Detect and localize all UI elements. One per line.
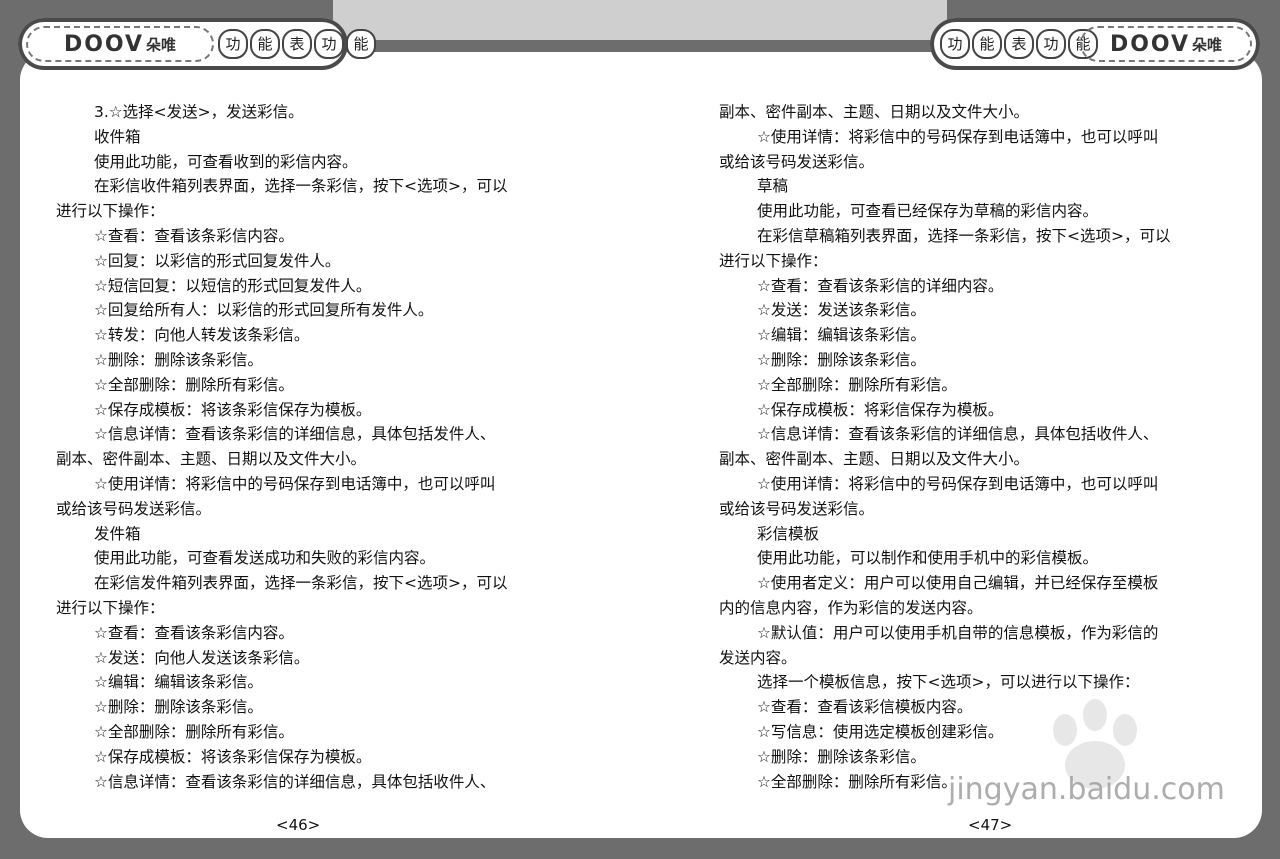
text-line: ☆回复给所有人：以彩信的形式回复所有发件人。 (94, 301, 434, 320)
text-line: ☆使用详情：将彩信中的号码保存到电话簿中，也可以呼叫 (94, 474, 496, 493)
text-line: ☆发送：向他人发送该条彩信。 (94, 648, 310, 667)
text-line: 发件箱 (94, 524, 141, 543)
left-page-text: 3.☆选择<发送>，发送彩信。 收件箱使用此功能，可查看收到的彩信内容。在彩信收件… (56, 100, 576, 794)
section-char: 能 (972, 29, 1002, 59)
text-line: ☆保存成模板：将彩信保存为模板。 (757, 400, 1004, 419)
text-line: ☆信息详情：查看该条彩信的详细信息，具体包括收件人、 (757, 425, 1159, 444)
section-char: 功 (314, 29, 344, 59)
section-char: 功 (1036, 29, 1066, 59)
text-line: 使用此功能，可查看已经保存为草稿的彩信内容。 (757, 202, 1099, 221)
text-line: ☆全部删除：删除所有彩信。 (94, 375, 294, 394)
text-line: ☆查看：查看该条彩信的详细内容。 (757, 276, 1004, 295)
text-line: 副本、密件副本、主题、日期以及文件大小。 (56, 450, 367, 469)
text-line: ☆删除：删除该条彩信。 (757, 350, 926, 369)
text-line: 进行以下操作： (719, 251, 828, 270)
text-line: 进行以下操作： (56, 202, 165, 221)
text-line: ☆默认值：用户可以使用手机自带的信息模板，作为彩信的 (757, 623, 1159, 642)
brand-name-cn: 朵唯 (146, 35, 177, 54)
brand-name: DOOV (1109, 31, 1191, 57)
text-line: ☆保存成模板：将该条彩信保存为模板。 (94, 400, 372, 419)
text-line: ☆保存成模板：将该条彩信保存为模板。 (94, 747, 372, 766)
text-line: 发送内容。 (719, 648, 797, 667)
text-line: ☆全部删除：删除所有彩信。 (757, 375, 957, 394)
text-line: ☆删除：删除该条彩信。 (94, 350, 263, 369)
text-line: 草稿 (757, 177, 789, 196)
text-line: 使用此功能，可查看发送成功和失败的彩信内容。 (94, 549, 436, 568)
text-line: ☆使用详情：将彩信中的号码保存到电话簿中，也可以呼叫 (757, 474, 1159, 493)
doov-logo: DOOV 朵唯 (1080, 26, 1252, 62)
top-band (333, 0, 947, 40)
text-line: ☆编辑：编辑该条彩信。 (94, 673, 263, 692)
text-line: 在彩信发件箱列表界面，选择一条彩信，按下<选项>，可以 (94, 574, 508, 593)
section-char: 表 (1004, 29, 1034, 59)
text-line: 内的信息内容，作为彩信的发送内容。 (719, 598, 983, 617)
text-line: 进行以下操作： (56, 598, 165, 617)
text-line: ☆短信回复：以短信的形式回复发件人。 (94, 276, 372, 295)
doov-logo: DOOV 朵唯 (26, 26, 214, 62)
text-line: 副本、密件副本、主题、日期以及文件大小。 (719, 103, 1030, 121)
text-line: 在彩信草稿箱列表界面，选择一条彩信，按下<选项>，可以 (757, 226, 1171, 245)
text-line: ☆删除：删除该条彩信。 (94, 698, 263, 717)
section-title: 功 能 表 功 能 (218, 26, 376, 62)
text-line: ☆信息详情：查看该条彩信的详细信息，具体包括发件人、 (94, 425, 496, 444)
text-line: 收件箱 (94, 127, 141, 146)
text-line: 副本、密件副本、主题、日期以及文件大小。 (719, 450, 1030, 469)
text-line: ☆发送：发送该条彩信。 (757, 301, 926, 320)
brand-name: DOOV (63, 31, 145, 57)
text-line: 使用此功能，可查看收到的彩信内容。 (94, 152, 358, 171)
page-number-right: <47> (968, 816, 1013, 834)
page-number-left: <46> (276, 816, 321, 834)
text-line: ☆信息详情：查看该条彩信的详细信息，具体包括收件人、 (94, 772, 496, 791)
text-line: ☆使用者定义：用户可以使用自己编辑，并已经保存至模板 (757, 574, 1159, 593)
text-line: 或给该号码发送彩信。 (56, 499, 212, 518)
section-char: 表 (282, 29, 312, 59)
text-line: 在彩信收件箱列表界面，选择一条彩信，按下<选项>，可以 (94, 177, 508, 196)
text-line: 或给该号码发送彩信。 (719, 152, 875, 171)
section-title: 功 能 表 功 能 (940, 26, 1098, 62)
section-char: 功 (940, 29, 970, 59)
text-line: ☆全部删除：删除所有彩信。 (94, 722, 294, 741)
text-line: 使用此功能，可以制作和使用手机中的彩信模板。 (757, 549, 1099, 568)
header-tab-left: DOOV 朵唯 功 能 表 功 能 (18, 18, 376, 70)
section-char: 能 (250, 29, 280, 59)
text-line: ☆转发：向他人转发该条彩信。 (94, 326, 310, 345)
header-tab-right: 功 能 表 功 能 DOOV 朵唯 (930, 18, 1260, 70)
text-line: ☆查看：查看该条彩信内容。 (94, 623, 294, 642)
section-char: 能 (346, 29, 376, 59)
text-line: 彩信模板 (757, 524, 820, 543)
text-line: 3.☆选择<发送>，发送彩信。 (94, 103, 304, 121)
section-char: 功 (218, 29, 248, 59)
brand-name-cn: 朵唯 (1192, 35, 1223, 54)
watermark-text: jingyan.baidu.com (948, 772, 1225, 807)
text-line: ☆回复：以彩信的形式回复发件人。 (94, 251, 341, 270)
text-line: 或给该号码发送彩信。 (719, 499, 875, 518)
text-line: ☆编辑：编辑该条彩信。 (757, 326, 926, 345)
text-line: ☆查看：查看该条彩信内容。 (94, 226, 294, 245)
text-line: ☆使用详情：将彩信中的号码保存到电话簿中，也可以呼叫 (757, 127, 1159, 146)
